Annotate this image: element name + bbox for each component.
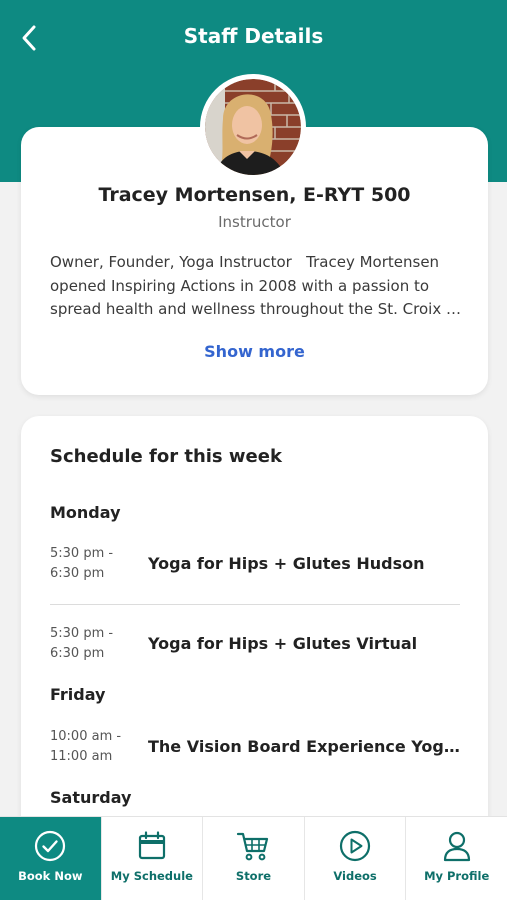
class-row[interactable]: 10:00 am - 11:00 am The Vision Board Exp… [50, 727, 462, 777]
play-circle-icon [339, 830, 371, 862]
tab-label: My Profile [424, 869, 490, 883]
class-name: Yoga for Hips + Glutes Virtual [148, 634, 418, 653]
class-name: Yoga for Hips + Glutes Hudson [148, 554, 425, 573]
class-name: The Vision Board Experience Yoga Worksho… [148, 737, 462, 756]
tab-my-profile[interactable]: My Profile [406, 817, 507, 900]
page-title: Staff Details [183, 24, 324, 48]
class-time-start: 5:30 pm - [50, 626, 114, 641]
divider [50, 604, 460, 605]
staff-bio: Owner, Founder, Yoga Instructor Tracey M… [50, 253, 442, 318]
avatar [200, 74, 306, 180]
day-heading-monday: Monday [50, 503, 121, 522]
class-time-end: 6:30 pm [50, 566, 105, 581]
class-time-end: 11:00 am [50, 749, 113, 764]
tab-label: Book Now [18, 869, 83, 883]
class-time: 10:00 am - 11:00 am [50, 727, 140, 767]
cart-icon [237, 832, 269, 861]
schedule-title: Schedule for this week [50, 446, 282, 467]
calendar-icon [138, 831, 165, 860]
tab-videos[interactable]: Videos [305, 817, 407, 900]
tab-label: Videos [333, 869, 377, 883]
class-row[interactable]: 5:30 pm - 6:30 pm Yoga for Hips + Glutes… [50, 624, 460, 674]
class-time-start: 10:00 am - [50, 729, 122, 744]
day-heading-saturday: Saturday [50, 788, 132, 807]
staff-name: Tracey Mortensen, E-RYT 500 [98, 184, 411, 206]
staff-role: Instructor [218, 213, 291, 231]
class-time: 5:30 pm - 6:30 pm [50, 544, 140, 584]
check-circle-icon [35, 830, 66, 862]
tab-label: My Schedule [110, 869, 193, 883]
class-time-end: 6:30 pm [50, 646, 105, 661]
tab-label: Store [235, 869, 272, 883]
tab-my-schedule[interactable]: My Schedule [102, 817, 204, 900]
class-time: 5:30 pm - 6:30 pm [50, 624, 140, 664]
show-more-link[interactable]: Show more [21, 342, 488, 361]
day-heading-friday: Friday [50, 685, 106, 704]
tab-store[interactable]: Store [203, 817, 305, 900]
class-time-start: 5:30 pm - [50, 546, 114, 561]
bottom-tab-bar: Book Now My Schedule Store Videos My Pro… [0, 816, 507, 900]
schedule-card: Schedule for this week Monday 5:30 pm - … [21, 416, 488, 856]
user-icon [443, 831, 470, 862]
tab-book-now[interactable]: Book Now [0, 817, 102, 900]
class-row[interactable]: 5:30 pm - 6:30 pm Yoga for Hips + Glutes… [50, 544, 460, 594]
